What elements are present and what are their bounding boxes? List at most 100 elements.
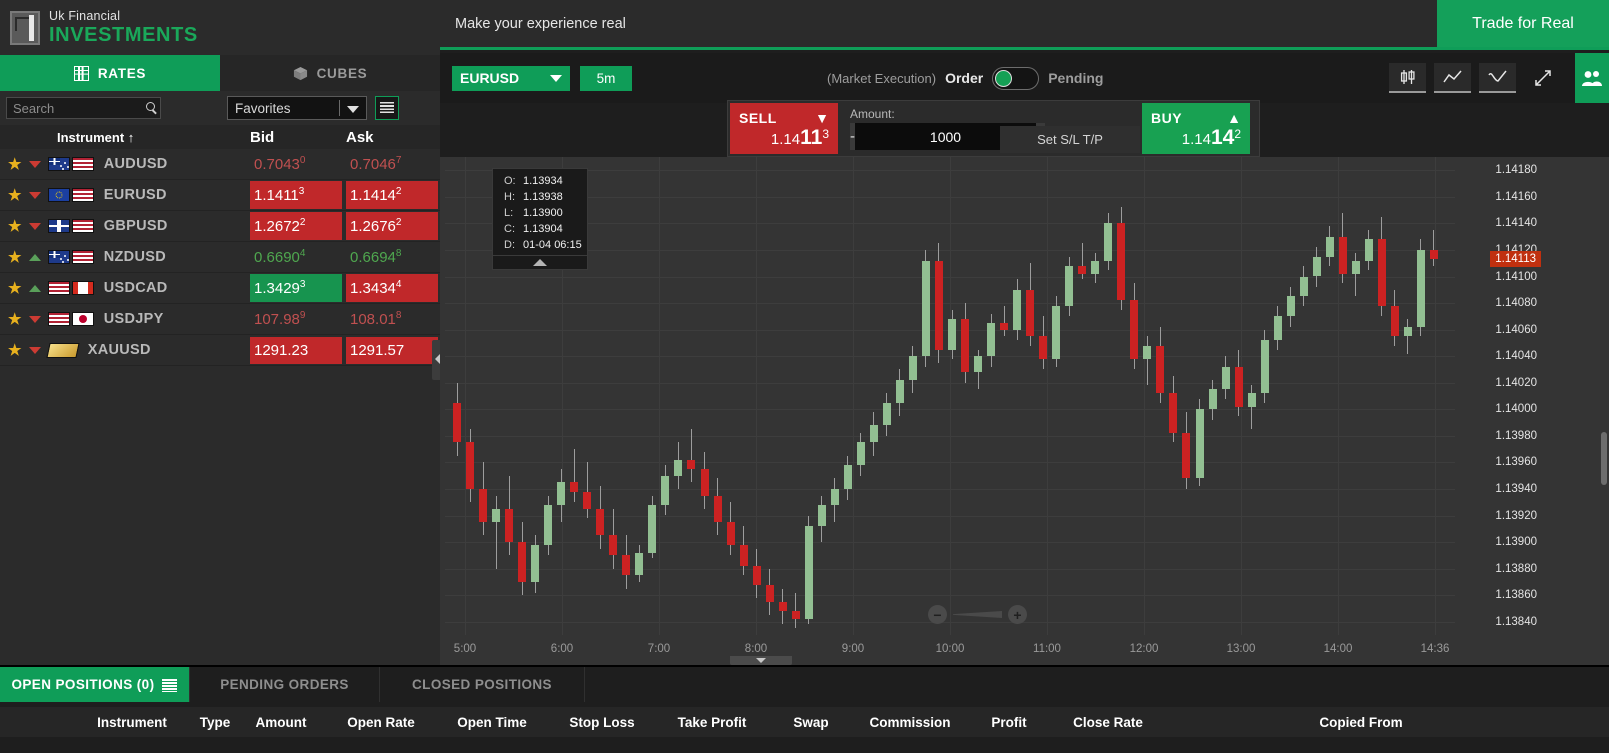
- column-bid[interactable]: Bid: [247, 129, 343, 146]
- positions-column-type[interactable]: Type: [200, 715, 231, 730]
- trade-for-real-button[interactable]: Trade for Real: [1437, 0, 1609, 47]
- price-tick-label: 1.14020: [1495, 376, 1537, 389]
- instrument-row-eurusd[interactable]: ★ EURUSD 1.14113 1.14142: [0, 180, 440, 211]
- favorite-star-icon[interactable]: ★: [8, 341, 22, 359]
- ask-price-cell[interactable]: 0.66948: [343, 243, 439, 271]
- candlestick: [778, 157, 787, 635]
- people-icon[interactable]: [1575, 53, 1609, 103]
- ask-price-cell[interactable]: 108.018: [343, 305, 439, 333]
- candle-body: [544, 504, 553, 545]
- candle-body: [765, 584, 774, 602]
- ask-price-cell[interactable]: 1.26762: [343, 212, 439, 240]
- price-chart[interactable]: 1.14180 1.14160 1.14140 1.14120 1.14100 1.140…: [440, 157, 1609, 665]
- candle-body: [505, 508, 514, 543]
- tooltip-collapse-handle[interactable]: [493, 255, 587, 269]
- symbol-dropdown-value: EURUSD: [460, 70, 520, 86]
- instrument-name-cell: ★ AUDUSD: [0, 155, 247, 173]
- positions-column-profit[interactable]: Profit: [991, 715, 1026, 730]
- positions-column-stop-loss[interactable]: Stop Loss: [569, 715, 634, 730]
- chart-resize-handle[interactable]: [730, 656, 792, 665]
- list-view-toggle-button[interactable]: [375, 96, 399, 120]
- bid-price-cell[interactable]: 0.66904: [247, 243, 343, 271]
- candlestick: [1052, 157, 1061, 635]
- instrument-row-nzdusd[interactable]: ★ NZDUSD 0.66904 0.66948: [0, 242, 440, 273]
- ask-price-cell[interactable]: 1291.57: [343, 336, 439, 364]
- positions-column-copied-from[interactable]: Copied From: [1319, 715, 1402, 730]
- tab-rates[interactable]: RATES: [0, 55, 220, 91]
- candle-body: [557, 482, 566, 505]
- bid-price-cell[interactable]: 1.26722: [247, 212, 343, 240]
- instrument-symbol: NZDUSD: [103, 249, 166, 265]
- favorite-star-icon[interactable]: ★: [8, 310, 22, 328]
- instrument-row-audusd[interactable]: ★ AUDUSD 0.70430 0.70467: [0, 149, 440, 180]
- area-chart-icon[interactable]: [1479, 63, 1516, 93]
- instrument-symbol: EURUSD: [103, 187, 167, 203]
- candlestick: [1312, 157, 1321, 635]
- line-chart-icon[interactable]: [1434, 63, 1471, 93]
- positions-column-take-profit[interactable]: Take Profit: [678, 715, 747, 730]
- symbol-dropdown[interactable]: EURUSD: [452, 65, 570, 91]
- positions-column-open-rate[interactable]: Open Rate: [347, 715, 415, 730]
- tab-open-positions-label: OPEN POSITIONS (0): [11, 677, 155, 692]
- bid-price-cell[interactable]: 0.70430: [247, 150, 343, 178]
- positions-column-instrument[interactable]: Instrument: [97, 715, 167, 730]
- ask-price-cell[interactable]: 0.70467: [343, 150, 439, 178]
- instrument-row-xauusd[interactable]: ★ XAUUSD 1291.23 1291.57: [0, 335, 440, 366]
- candlestick-plot[interactable]: [445, 157, 1455, 635]
- positions-column-open-time[interactable]: Open Time: [457, 715, 527, 730]
- buy-price-big: 14: [1210, 126, 1235, 149]
- tab-pending-orders[interactable]: PENDING ORDERS: [190, 667, 380, 702]
- positions-column-swap[interactable]: Swap: [793, 715, 828, 730]
- tab-closed-positions[interactable]: CLOSED POSITIONS: [380, 667, 585, 702]
- chart-vertical-scrollbar[interactable]: [1601, 432, 1607, 485]
- column-instrument[interactable]: Instrument ↑: [0, 130, 247, 145]
- bid-price-cell[interactable]: 1.34293: [247, 274, 343, 302]
- candle-body: [492, 508, 501, 523]
- zoom-in-button[interactable]: +: [1008, 605, 1027, 624]
- search-input[interactable]: [7, 98, 160, 118]
- bid-price-cell[interactable]: 107.989: [247, 305, 343, 333]
- candle-body: [1091, 260, 1100, 274]
- candle-body: [466, 442, 475, 489]
- triangle-up-icon: [533, 259, 547, 266]
- favorite-star-icon[interactable]: ★: [8, 155, 22, 173]
- sidebar-tabs: RATES CUBES: [0, 55, 440, 91]
- favorite-star-icon[interactable]: ★: [8, 248, 22, 266]
- search-box[interactable]: [6, 97, 161, 119]
- candle-wick: [1146, 336, 1148, 386]
- chart-zoom-control: − +: [928, 605, 1027, 624]
- instrument-row-gbpusd[interactable]: ★ GBPUSD 1.26722 1.26762: [0, 211, 440, 242]
- candlestick-chart-icon[interactable]: [1389, 63, 1426, 93]
- flag-eu-icon: [47, 188, 70, 202]
- set-sl-tp-button[interactable]: Set S/L T/P: [1000, 126, 1140, 153]
- bid-price-cell[interactable]: 1291.23: [247, 336, 343, 364]
- zoom-out-button[interactable]: −: [928, 605, 947, 624]
- ask-price-cell[interactable]: 1.34344: [343, 274, 439, 302]
- sell-button[interactable]: SELL ▼ 1.14113: [730, 103, 838, 154]
- ask-price-cell[interactable]: 1.14142: [343, 181, 439, 209]
- positions-column-close-rate[interactable]: Close Rate: [1073, 715, 1143, 730]
- candle-body: [622, 555, 631, 576]
- instrument-row-usdcad[interactable]: ★ USDCAD 1.34293 1.34344: [0, 273, 440, 304]
- order-pending-toggle[interactable]: [992, 66, 1040, 90]
- amount-control: Amount: - +: [850, 107, 1045, 150]
- tab-cubes[interactable]: CUBES: [220, 55, 440, 91]
- flag-us-icon: [71, 219, 94, 233]
- favorites-dropdown[interactable]: Favorites: [227, 96, 367, 120]
- zoom-slider[interactable]: [953, 611, 1002, 618]
- favorite-star-icon[interactable]: ★: [8, 279, 22, 297]
- buy-button[interactable]: BUY ▲ 1.14142: [1142, 103, 1250, 154]
- tab-open-positions[interactable]: OPEN POSITIONS (0): [0, 667, 190, 702]
- timeframe-button[interactable]: 5m: [580, 65, 632, 91]
- instrument-row-usdjpy[interactable]: ★ USDJPY 107.989 108.018: [0, 304, 440, 335]
- arrow-up-icon: [28, 284, 41, 292]
- bid-price-cell[interactable]: 1.14113: [247, 181, 343, 209]
- fullscreen-icon[interactable]: [1524, 63, 1561, 93]
- positions-column-amount[interactable]: Amount: [256, 715, 307, 730]
- favorite-star-icon[interactable]: ★: [8, 186, 22, 204]
- positions-column-commission[interactable]: Commission: [869, 715, 950, 730]
- list-icon: [162, 677, 178, 692]
- column-ask[interactable]: Ask: [343, 129, 439, 146]
- amount-stepper: - +: [850, 123, 1045, 150]
- favorite-star-icon[interactable]: ★: [8, 217, 22, 235]
